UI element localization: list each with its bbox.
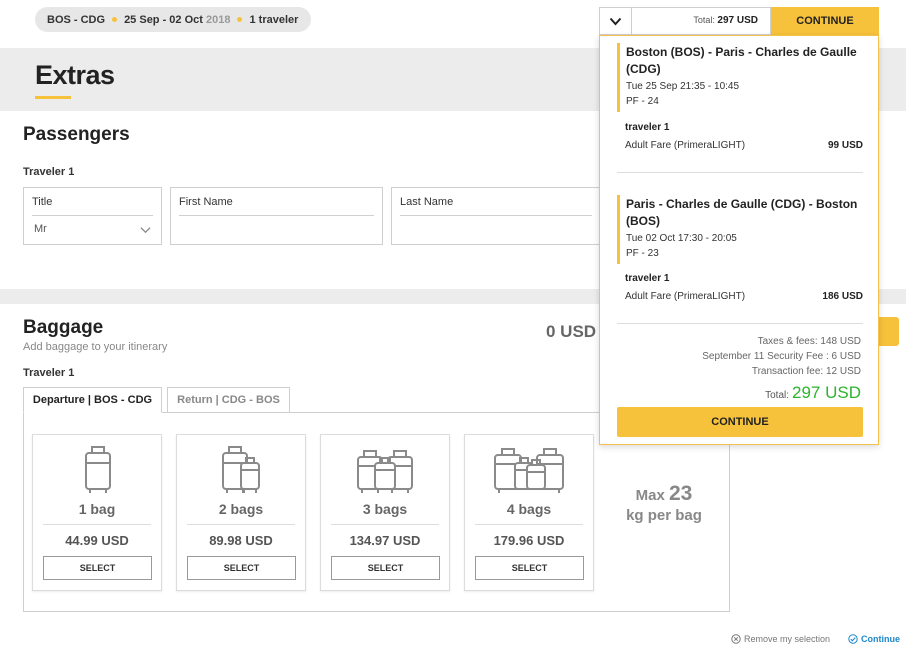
bag-divider [331,524,439,525]
leg-2-flight: PF - 23 [626,248,659,259]
bag-price: 89.98 USD [209,533,273,548]
baggage-total: 0 USD [546,322,597,341]
tab-departure[interactable]: Departure | BOS - CDG [23,387,162,413]
field-divider [32,215,153,216]
taxes-fees: Taxes & fees: 148 USD [757,336,861,347]
bag-option-2: 2 bags 89.98 USD SELECT [176,434,306,591]
leg-2-traveler: traveler 1 [625,273,670,284]
separator-dot [112,17,118,22]
bag-price: 134.97 USD [349,533,421,548]
remove-selection-link[interactable]: Remove my selection [731,634,830,644]
leg-1-fare-price: 99 USD [827,140,863,151]
baggage-continue-button-edge[interactable] [878,317,899,346]
leg-1-fare-label: Adult Fare (PrimeraLIGHT) [625,140,746,151]
leg-1-title: Boston (BOS) - Paris - Charles de Gaulle… [626,45,857,76]
leg-accent-bar [617,43,620,112]
title-select[interactable]: Title Mr [23,187,162,245]
field-divider [179,215,374,216]
trip-route: BOS - CDG [47,13,106,26]
bag-count: 1 bag [78,501,116,517]
bag-count: 3 bags [362,501,408,517]
continue-top-button[interactable]: CONTINUE [771,7,879,35]
max-prefix: Max [635,487,665,504]
leg-2-fare-label: Adult Fare (PrimeraLIGHT) [625,291,746,302]
grand-total-label: Total: [765,390,790,401]
bag-option-1: 1 bag 44.99 USD SELECT [32,434,162,591]
suitcase-2-icon [222,446,260,493]
bag-divider [475,524,583,525]
price-summary-toggle[interactable]: Total: 297 USD [599,7,771,35]
bag-option-3: 3 bags 134.97 USD SELECT [320,434,450,591]
baggage-subtitle: Add baggage to your itinerary [23,341,168,353]
tab-return[interactable]: Return | CDG - BOS [167,387,290,413]
bag-count: 4 bags [506,501,552,517]
summary-divider [617,172,863,173]
check-circle-icon [848,634,858,644]
trip-dates-group: 25 Sep - 02 Oct 2018 [124,14,230,26]
field-divider [400,215,592,216]
max-suffix: kg per bag [626,507,702,524]
last-name-label: Last Name [400,196,454,208]
leg-2-fare-price: 186 USD [822,291,863,302]
summary-divider [617,323,863,324]
last-name-field[interactable]: Last Name [391,187,601,245]
security-fee: September 11 Security Fee : 6 USD [702,351,861,362]
suitcase-1-icon [85,446,111,493]
bag-price: 179.96 USD [493,533,565,548]
trip-summary-pill[interactable]: BOS - CDG 25 Sep - 02 Oct 2018 1 travele… [35,7,311,32]
leg-1-flight: PF - 24 [626,96,659,107]
continue-link[interactable]: Continue [848,634,900,644]
passengers-title: Passengers [23,124,130,145]
leg-2-time: Tue 02 Oct 17:30 - 20:05 [626,233,737,244]
close-circle-icon [731,634,741,644]
page-title: Extras [35,60,115,90]
leg-accent-bar [617,195,620,264]
grand-total: Total: 297 USD [765,383,861,403]
suitcase-4-icon [494,448,564,493]
grand-total-value: 297 USD [792,383,861,402]
continue-bottom-button[interactable]: CONTINUE [617,407,863,437]
suitcase-3-icon [357,450,413,493]
title-field-label: Title [32,196,53,208]
bag-divider [187,524,295,525]
summary-total: Total: 297 USD [693,15,758,26]
trip-travelers: 1 traveler [249,13,299,26]
bag-option-4: 4 bags 179.96 USD SELECT [464,434,594,591]
select-2-bags-button[interactable]: SELECT [187,556,296,580]
transaction-fee: Transaction fee: 12 USD [751,366,861,377]
chevron-down-icon [140,227,151,234]
max-weight-info: Max 23 kg per bag [622,482,706,526]
separator-dot [237,17,243,22]
first-name-field[interactable]: First Name [170,187,383,245]
chevron-down-icon [609,17,622,25]
price-summary-panel: Boston (BOS) - Paris - Charles de Gaulle… [599,35,879,445]
summary-total-label: Total: [693,15,715,25]
baggage-title: Baggage [23,317,104,338]
title-underline [35,96,71,99]
select-4-bags-button[interactable]: SELECT [475,556,584,580]
bag-count: 2 bags [218,501,264,517]
summary-total-value: 297 USD [717,15,758,26]
title-field-value: Mr [34,223,47,235]
max-weight-value: 23 [669,482,693,505]
remove-selection-label: Remove my selection [744,634,831,644]
summary-collapse-toggle[interactable] [600,8,632,34]
trip-dates: 25 Sep - 02 Oct [124,13,203,26]
leg-2-title: Paris - Charles de Gaulle (CDG) - Boston… [626,197,858,228]
bag-divider [43,524,151,525]
select-1-bag-button[interactable]: SELECT [43,556,152,580]
baggage-traveler-label: Traveler 1 [23,367,75,379]
select-3-bags-button[interactable]: SELECT [331,556,440,580]
leg-1-traveler: traveler 1 [625,122,670,133]
leg-1-time: Tue 25 Sep 21:35 - 10:45 [626,81,740,92]
passengers-traveler-label: Traveler 1 [23,166,75,178]
leg-2-fare-row: Adult Fare (PrimeraLIGHT) 186 USD [625,291,863,302]
continue-link-label: Continue [861,634,900,644]
leg-1-fare-row: Adult Fare (PrimeraLIGHT) 99 USD [625,140,863,151]
trip-year: 2018 [206,13,231,26]
bag-price: 44.99 USD [65,533,129,548]
first-name-label: First Name [179,196,233,208]
